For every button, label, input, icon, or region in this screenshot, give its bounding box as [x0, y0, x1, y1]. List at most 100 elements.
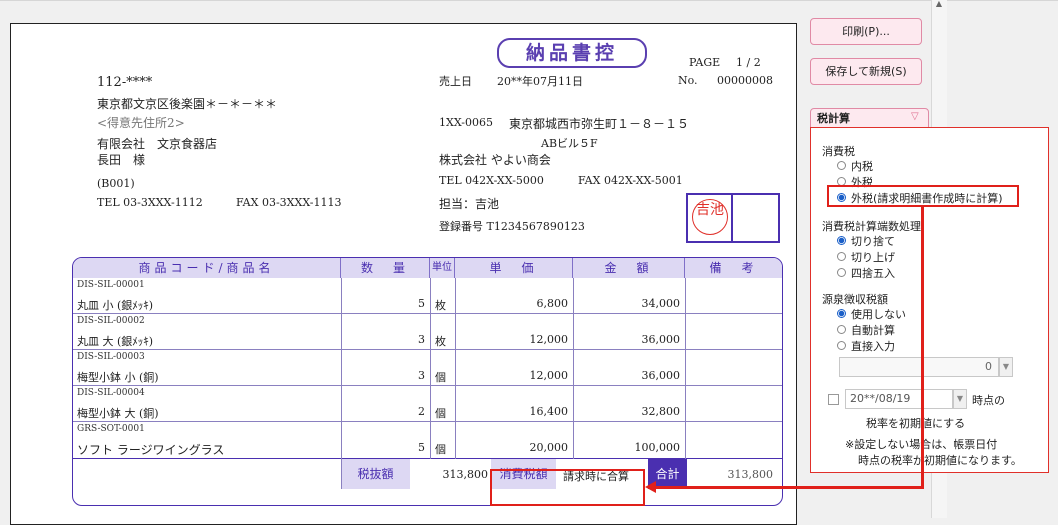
table-row: DIS-SIL-00001 丸皿 小 (銀ﾒｯｷ) 5 枚 6,800 34,0… [73, 278, 782, 314]
radio-round-down-label: 切り捨て [851, 235, 895, 248]
table-row: GRS-SOT-0001 ソフト ラージワイングラス 5 個 20,000 10… [73, 422, 782, 459]
column-divider [573, 278, 574, 459]
product-code: GRS-SOT-0001 [77, 424, 145, 434]
radio-round-up-label: 切り上げ [851, 251, 895, 264]
connector-line [654, 486, 924, 489]
radio-round-half[interactable] [837, 268, 846, 277]
column-divider [685, 278, 686, 459]
product-name: 丸皿 小 (銀ﾒｯｷ) [77, 299, 154, 312]
header-unit: 単位 [430, 258, 455, 278]
print-button[interactable]: 印刷(P)... [810, 18, 922, 45]
unit: 個 [435, 371, 446, 384]
page-label: PAGE [689, 56, 721, 69]
issuer-building: ABビル５F [541, 137, 598, 150]
radio-round-half-label: 四捨五入 [851, 267, 895, 280]
product-name: 梅型小鉢 大 (銅) [77, 407, 159, 420]
registration-number: 登録番号 T1234567890123 [439, 220, 585, 233]
withholding-amount-value: 0 [985, 360, 992, 373]
no-label: No. [678, 74, 698, 87]
issuer-person: 担当：吉池 [439, 197, 500, 211]
product-name: 丸皿 大 (銀ﾒｯｷ) [77, 335, 154, 348]
header-amount: 金 額 [573, 258, 685, 278]
date-input[interactable]: 20**/08/19 [845, 389, 953, 409]
document-title: 納品書控 [497, 38, 647, 68]
radio-tax-inclusive[interactable] [837, 161, 846, 170]
chevron-down-icon[interactable]: ▽ [911, 111, 919, 122]
column-divider [341, 278, 342, 459]
issuer-address: 東京都城西市弥生町１－８－１５ [509, 117, 690, 131]
customer-address2-placeholder: <得意先住所2> [97, 116, 185, 130]
radio-round-down[interactable] [837, 236, 846, 245]
amount: 34,000 [641, 297, 681, 310]
header-product: 商品コード/商品名 [73, 258, 341, 278]
no-value: 00000008 [717, 74, 773, 87]
table-row: DIS-SIL-00002 丸皿 大 (銀ﾒｯｷ) 3 枚 12,000 36,… [73, 314, 782, 350]
customer-person: 長田 様 [97, 153, 146, 167]
tax-cell-highlight [490, 469, 645, 506]
amount: 32,800 [641, 405, 681, 418]
quantity: 2 [418, 405, 425, 418]
date-suffix: 時点の [972, 394, 1005, 407]
column-divider [455, 278, 456, 459]
customer-tel: TEL 03-3XXX-1112 [97, 196, 203, 209]
stamp-divider [731, 193, 733, 243]
unit: 個 [435, 407, 446, 420]
items-table: 商品コード/商品名 数 量 単位 単 価 金 額 備 考 DIS-SIL-000… [72, 257, 783, 506]
amount: 36,000 [641, 333, 681, 346]
radio-withholding-auto-label: 自動計算 [851, 324, 895, 337]
header-remarks: 備 考 [685, 258, 782, 278]
quantity: 5 [418, 441, 425, 454]
tax-calc-header-label: 税計算 [817, 112, 850, 125]
radio-withholding-direct[interactable] [837, 341, 846, 350]
save-new-button[interactable]: 保存して新規(S) [810, 58, 922, 85]
scroll-up-icon[interactable]: ▲ [934, 0, 944, 8]
date-checkbox[interactable] [828, 394, 839, 405]
customer-fax: FAX 03-3XXX-1113 [236, 196, 342, 209]
radio-withholding-none[interactable] [837, 309, 846, 318]
product-name: 梅型小鉢 小 (銅) [77, 371, 159, 384]
column-divider [341, 459, 342, 489]
option-highlight [827, 185, 1019, 207]
issuer-postal: 1XX-0065 [439, 116, 493, 129]
date-note: 税率を初期値にする [866, 417, 966, 430]
product-name: ソフト ラージワイングラス [77, 443, 225, 457]
quantity: 3 [418, 369, 425, 382]
amount: 100,000 [634, 441, 681, 454]
issuer-tel: TEL 042X-XX-5000 [439, 174, 544, 187]
customer-company: 有限会社 文京食器店 [97, 137, 218, 151]
chevron-down-icon[interactable]: ▼ [953, 389, 967, 409]
customer-address: 東京都文京区後楽園＊－＊－＊＊ [97, 97, 278, 111]
unit-price: 12,000 [529, 333, 569, 346]
radio-withholding-auto[interactable] [837, 325, 846, 334]
seal-stamp-icon: 吉池 [692, 199, 728, 235]
issuer-fax: FAX 042X-XX-5001 [578, 174, 683, 187]
unit-price: 12,000 [529, 369, 569, 382]
withholding-title: 源泉徴収税額 [822, 293, 888, 306]
footnote-line2: 時点の税率が初期値になります。 [858, 454, 1022, 467]
unit: 個 [435, 443, 446, 456]
rounding-title: 消費税計算端数処理 [822, 220, 921, 233]
unit-price: 16,400 [529, 405, 569, 418]
table-row: DIS-SIL-00003 梅型小鉢 小 (銅) 3 個 12,000 36,0… [73, 350, 782, 386]
top-border [0, 0, 1058, 1]
product-code: DIS-SIL-00002 [77, 316, 145, 326]
radio-round-up[interactable] [837, 252, 846, 261]
sales-date: 20**年07月11日 [497, 75, 583, 88]
quantity: 5 [418, 297, 425, 310]
header-unit-price: 単 価 [455, 258, 573, 278]
product-code: DIS-SIL-00003 [77, 352, 145, 362]
unit-price: 6,800 [536, 297, 569, 310]
withholding-amount-input[interactable]: 0 [839, 357, 999, 377]
header-quantity: 数 量 [341, 258, 430, 278]
unit: 枚 [435, 299, 446, 312]
quantity: 3 [418, 333, 425, 346]
unit: 枚 [435, 335, 446, 348]
chevron-down-icon[interactable]: ▼ [999, 357, 1013, 377]
connector-line [921, 206, 924, 488]
unit-price: 20,000 [529, 441, 569, 454]
customer-code: (B001) [97, 177, 135, 190]
amount: 36,000 [641, 369, 681, 382]
subtotal-value: 313,800 [442, 468, 489, 481]
consumption-tax-title: 消費税 [822, 145, 855, 158]
radio-withholding-direct-label: 直接入力 [851, 340, 895, 353]
